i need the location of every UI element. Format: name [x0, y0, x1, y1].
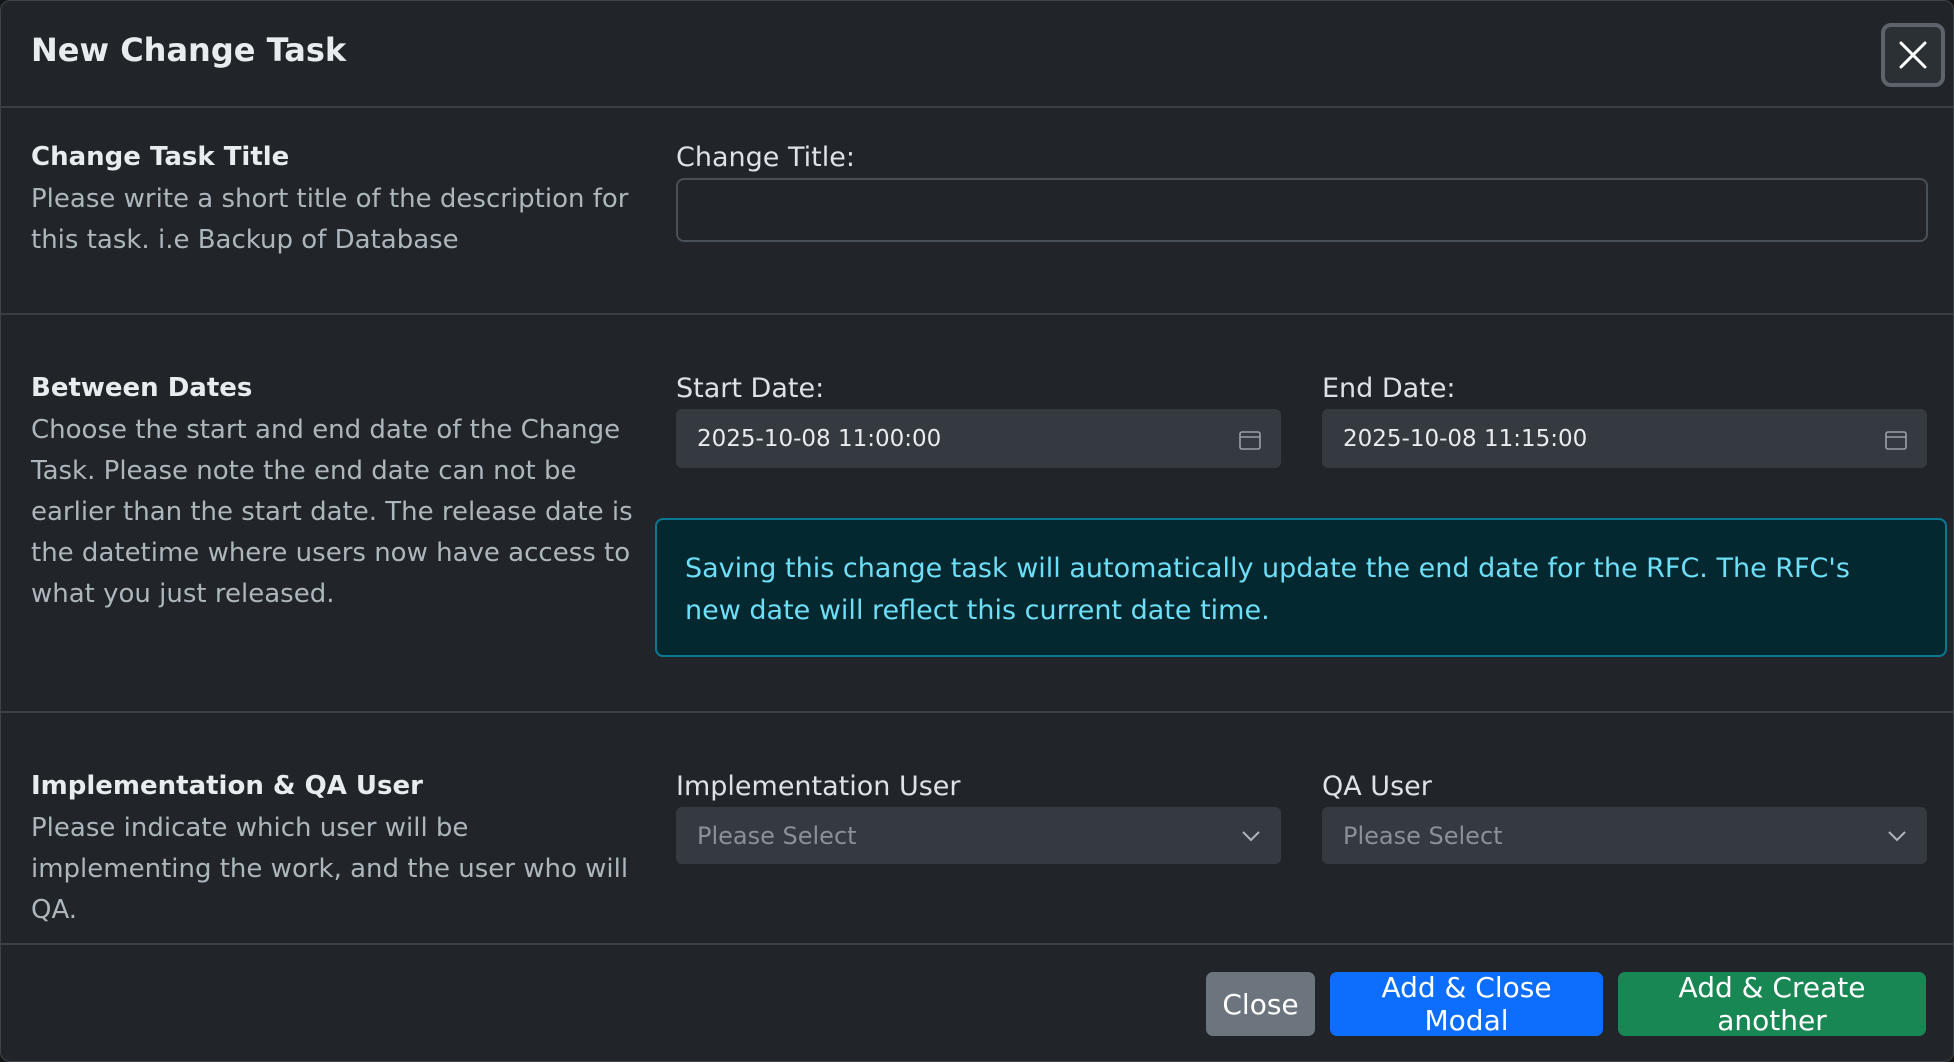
section-divider: [1, 711, 1953, 713]
section-description: Choose the start and end date of the Cha…: [31, 415, 633, 609]
qa-user-label: QA User: [1322, 771, 1432, 802]
select-placeholder: Please Select: [697, 821, 857, 850]
modal-header: New Change Task: [1, 1, 1953, 108]
calendar-icon[interactable]: [1239, 430, 1261, 450]
close-icon: [1899, 41, 1927, 69]
chevron-down-icon: [1888, 831, 1906, 842]
chevron-down-icon: [1242, 831, 1260, 842]
footer-divider: [1, 943, 1953, 945]
section-description: Please indicate which user will be imple…: [31, 813, 629, 925]
section-description: Please write a short title of the descri…: [31, 184, 629, 255]
close-button[interactable]: Close: [1206, 972, 1315, 1036]
start-date-value: 2025-10-08 11:00:00: [697, 425, 942, 452]
section-heading: Implementation & QA User: [31, 771, 423, 801]
end-date-input[interactable]: 2025-10-08 11:15:00: [1322, 409, 1927, 468]
change-title-input[interactable]: [676, 178, 1928, 242]
start-date-input[interactable]: 2025-10-08 11:00:00: [676, 409, 1281, 468]
section-heading: Between Dates: [31, 373, 253, 403]
add-create-another-button[interactable]: Add & Create another: [1618, 971, 1926, 1037]
modal-close-button[interactable]: [1881, 23, 1945, 87]
change-title-label: Change Title:: [676, 142, 855, 173]
implementation-user-select[interactable]: Please Select: [676, 807, 1281, 864]
modal-title: New Change Task: [31, 31, 347, 69]
calendar-icon[interactable]: [1885, 430, 1907, 450]
section-heading: Change Task Title: [31, 142, 290, 172]
end-date-label: End Date:: [1322, 373, 1456, 404]
change-task-modal: New Change Task Change Task Title Please…: [0, 0, 1954, 1062]
start-date-label: Start Date:: [676, 373, 825, 404]
add-close-modal-button[interactable]: Add & Close Modal: [1330, 971, 1603, 1037]
select-placeholder: Please Select: [1343, 821, 1503, 850]
end-date-value: 2025-10-08 11:15:00: [1343, 425, 1588, 452]
implementation-user-label: Implementation User: [676, 771, 961, 802]
info-alert: Saving this change task will automatical…: [655, 518, 1947, 657]
section-divider: [1, 313, 1953, 315]
qa-user-select[interactable]: Please Select: [1322, 807, 1927, 864]
